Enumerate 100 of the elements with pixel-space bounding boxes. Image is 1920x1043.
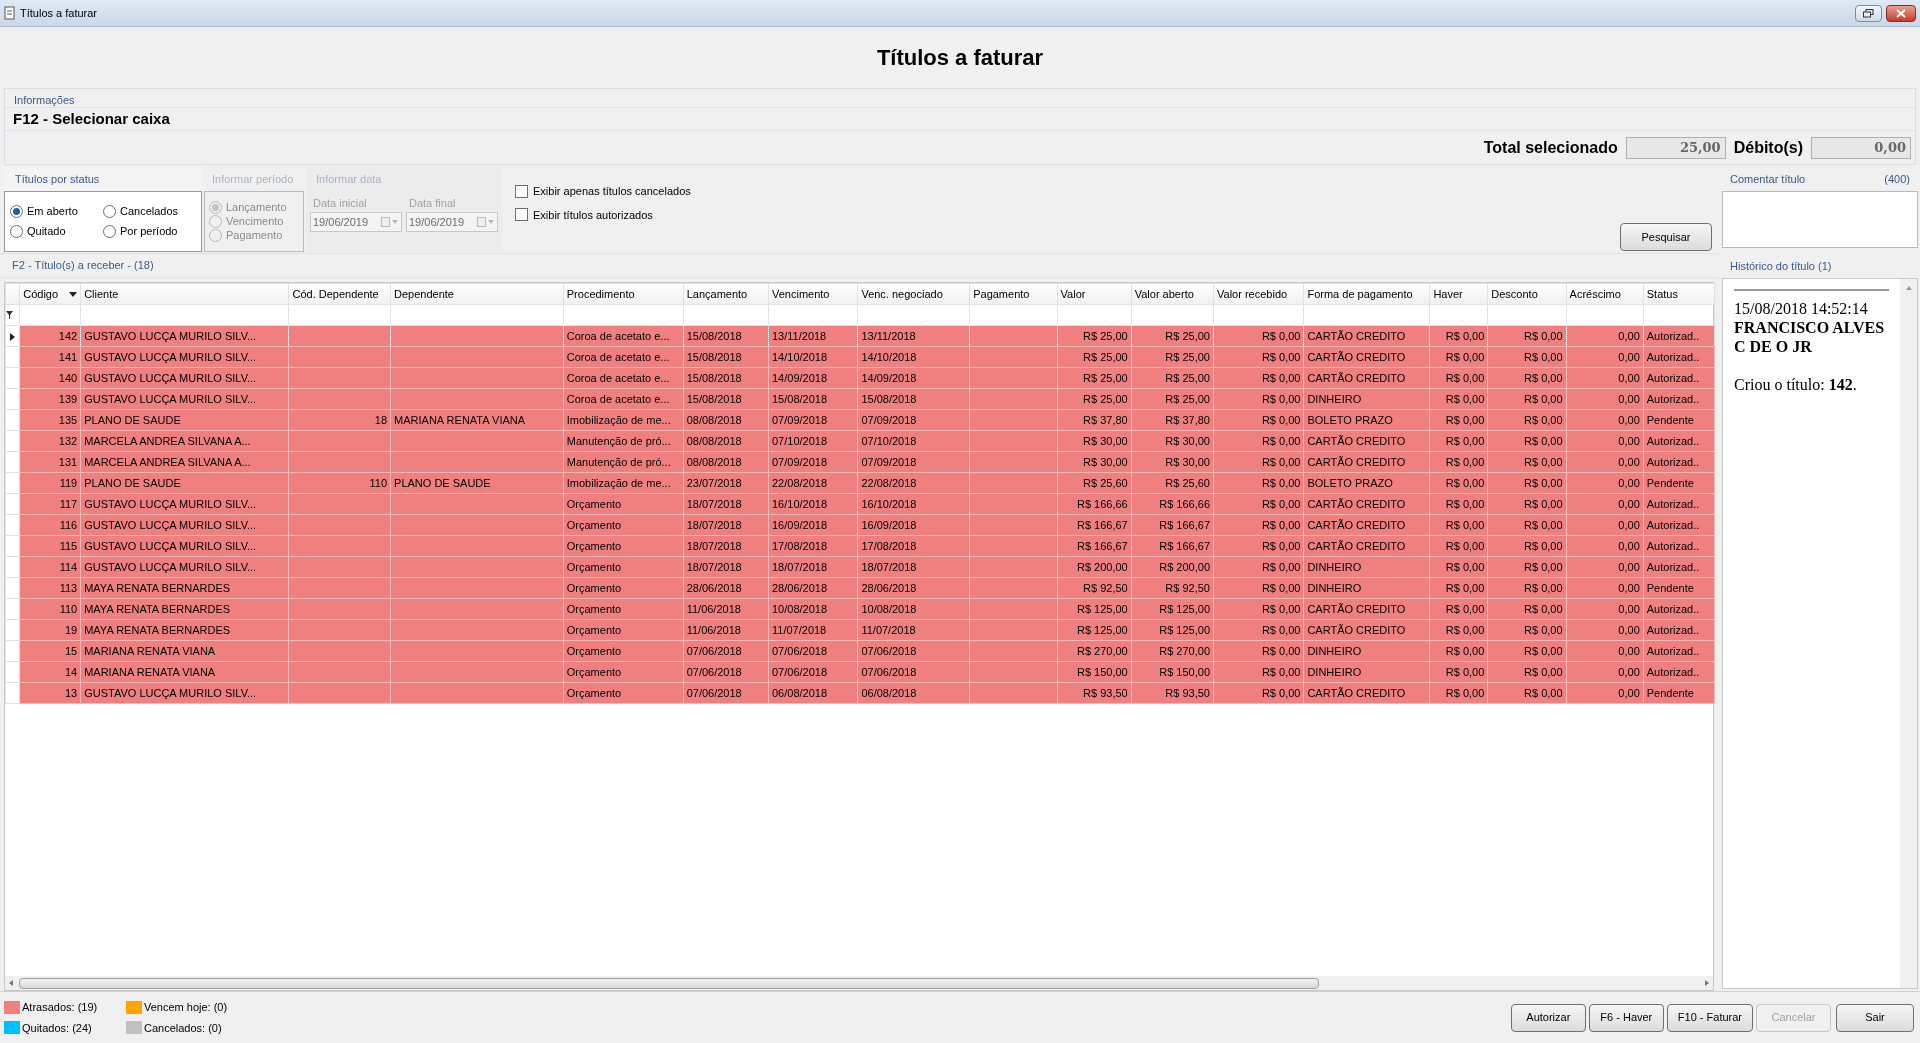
- table-cell: Imobilização de me...: [563, 409, 684, 431]
- filter-cell[interactable]: [1429, 304, 1488, 326]
- footer-button[interactable]: Sair: [1836, 1003, 1914, 1032]
- total-field[interactable]: 25,00: [1625, 136, 1726, 159]
- debit-field[interactable]: 0,00: [1811, 136, 1911, 159]
- filter-cell[interactable]: [563, 304, 684, 326]
- filter-cell[interactable]: [1643, 304, 1715, 326]
- table-cell: 07/09/2018: [857, 451, 970, 473]
- table-cell: 0,00: [1566, 514, 1644, 536]
- table-cell: R$ 25,60: [1131, 472, 1214, 494]
- column-header[interactable]: Valor recebido: [1213, 283, 1304, 305]
- table-cell: MARCELA ANDREA SILVANA A...: [80, 451, 289, 473]
- footer-button[interactable]: F6 - Haver: [1588, 1003, 1664, 1032]
- search-button[interactable]: Pesquisar: [1620, 223, 1712, 251]
- table-cell: 15/08/2018: [683, 346, 769, 368]
- calendar-dropdown-icon[interactable]: [381, 217, 399, 227]
- table-cell: Orçamento: [563, 535, 684, 557]
- column-header[interactable]: Procedimento: [563, 283, 684, 305]
- table-cell: Orçamento: [563, 598, 684, 620]
- filter-cell[interactable]: [288, 304, 391, 326]
- filter-cell[interactable]: [80, 304, 289, 326]
- radio-option[interactable]: Cancelados: [103, 204, 196, 219]
- checkbox-option[interactable]: Exibir apenas títulos cancelados: [515, 183, 1714, 200]
- table-cell: 0,00: [1566, 367, 1644, 389]
- table-cell: 0,00: [1566, 535, 1644, 557]
- calendar-dropdown-icon[interactable]: [477, 217, 495, 227]
- table-cell: Orçamento: [563, 514, 684, 536]
- table-cell: DINHEIRO: [1303, 640, 1430, 662]
- table-cell: Pendente: [1643, 472, 1715, 494]
- filter-cell[interactable]: [683, 304, 769, 326]
- scroll-right-icon[interactable]: [1703, 979, 1711, 987]
- field-label: Data inicial: [312, 196, 368, 211]
- column-header[interactable]: Haver: [1429, 283, 1488, 305]
- column-header[interactable]: Código: [19, 283, 81, 305]
- character-count: (400): [1884, 171, 1910, 187]
- column-header[interactable]: Valor: [1057, 283, 1132, 305]
- table-cell: R$ 0,00: [1429, 556, 1488, 578]
- column-header[interactable]: Vencimento: [768, 283, 858, 305]
- column-header[interactable]: Cód. Dependente: [288, 283, 391, 305]
- column-header[interactable]: Forma de pagamento: [1303, 283, 1430, 305]
- table-cell: GUSTAVO LUCÇA MURILO SILV...: [80, 556, 289, 578]
- table-cell: MARIANA RENATA VIANA: [80, 661, 289, 683]
- column-header[interactable]: Acréscimo: [1566, 283, 1644, 305]
- filter-cell[interactable]: [1303, 304, 1430, 326]
- table-cell: Coroa de acetato e...: [563, 388, 684, 410]
- table-cell: 11/06/2018: [683, 598, 769, 620]
- filter-icon[interactable]: [6, 311, 13, 319]
- filter-cell[interactable]: [969, 304, 1058, 326]
- footer-button[interactable]: F10 - Faturar: [1666, 1003, 1753, 1032]
- radio-option[interactable]: Quitado: [10, 224, 103, 239]
- filter-cell[interactable]: [1566, 304, 1644, 326]
- column-header[interactable]: Pagamento: [969, 283, 1058, 305]
- filter-cell[interactable]: [1057, 304, 1132, 326]
- checkbox-option[interactable]: Exibir títulos autorizados: [515, 206, 1714, 223]
- table-cell: 0,00: [1566, 346, 1644, 368]
- table-cell: Coroa de acetato e...: [563, 367, 684, 389]
- column-header[interactable]: Valor aberto: [1131, 283, 1214, 305]
- legend-label: Vencem hoje: (0): [144, 1000, 228, 1015]
- filter-cell[interactable]: [768, 304, 858, 326]
- table-cell: R$ 30,00: [1057, 430, 1132, 452]
- table-cell: R$ 0,00: [1429, 682, 1488, 704]
- table-cell: R$ 0,00: [1213, 493, 1304, 515]
- table-cell: 18: [288, 409, 391, 431]
- table-cell: R$ 25,00: [1131, 367, 1214, 389]
- comment-field[interactable]: [1722, 191, 1918, 248]
- restore-button[interactable]: [1855, 4, 1882, 22]
- table-cell: Autorizad..: [1643, 451, 1715, 473]
- table-cell: 22/08/2018: [768, 472, 858, 494]
- table-cell: 18/07/2018: [768, 556, 858, 578]
- column-header[interactable]: Venc. negociado: [857, 283, 970, 305]
- table-cell: R$ 0,00: [1487, 472, 1567, 494]
- column-header[interactable]: Lançamento: [683, 283, 769, 305]
- table-cell: 15/08/2018: [683, 367, 769, 389]
- radio-option[interactable]: Por período: [103, 224, 196, 239]
- table-cell: R$ 166,67: [1131, 535, 1214, 557]
- column-header[interactable]: Status: [1643, 283, 1715, 305]
- close-icon: [1896, 8, 1906, 18]
- filter-cell[interactable]: [857, 304, 970, 326]
- scroll-left-icon[interactable]: [7, 979, 15, 987]
- table-cell: R$ 0,00: [1429, 661, 1488, 683]
- filter-cell[interactable]: [1487, 304, 1567, 326]
- footer-button[interactable]: Autorizar: [1510, 1003, 1586, 1032]
- field-label: Data final: [408, 196, 457, 211]
- table-cell: 13: [19, 682, 81, 704]
- horizontal-scrollbar[interactable]: [5, 976, 1713, 990]
- close-button[interactable]: [1886, 4, 1916, 22]
- column-header[interactable]: Cliente: [80, 283, 289, 305]
- column-header[interactable]: Desconto: [1487, 283, 1567, 305]
- table-cell: R$ 0,00: [1487, 388, 1567, 410]
- filter-cell[interactable]: [1131, 304, 1214, 326]
- vertical-scrollbar[interactable]: [1900, 279, 1917, 988]
- radio-option[interactable]: Em aberto: [10, 204, 103, 219]
- filter-cell[interactable]: [19, 304, 81, 326]
- table-cell: 117: [19, 493, 81, 515]
- table-cell: 16/09/2018: [768, 514, 858, 536]
- scroll-up-icon[interactable]: [1904, 285, 1913, 291]
- scroll-thumb[interactable]: [19, 977, 1319, 989]
- column-header[interactable]: Dependente: [390, 283, 564, 305]
- filter-cell[interactable]: [390, 304, 564, 326]
- filter-cell[interactable]: [1213, 304, 1304, 326]
